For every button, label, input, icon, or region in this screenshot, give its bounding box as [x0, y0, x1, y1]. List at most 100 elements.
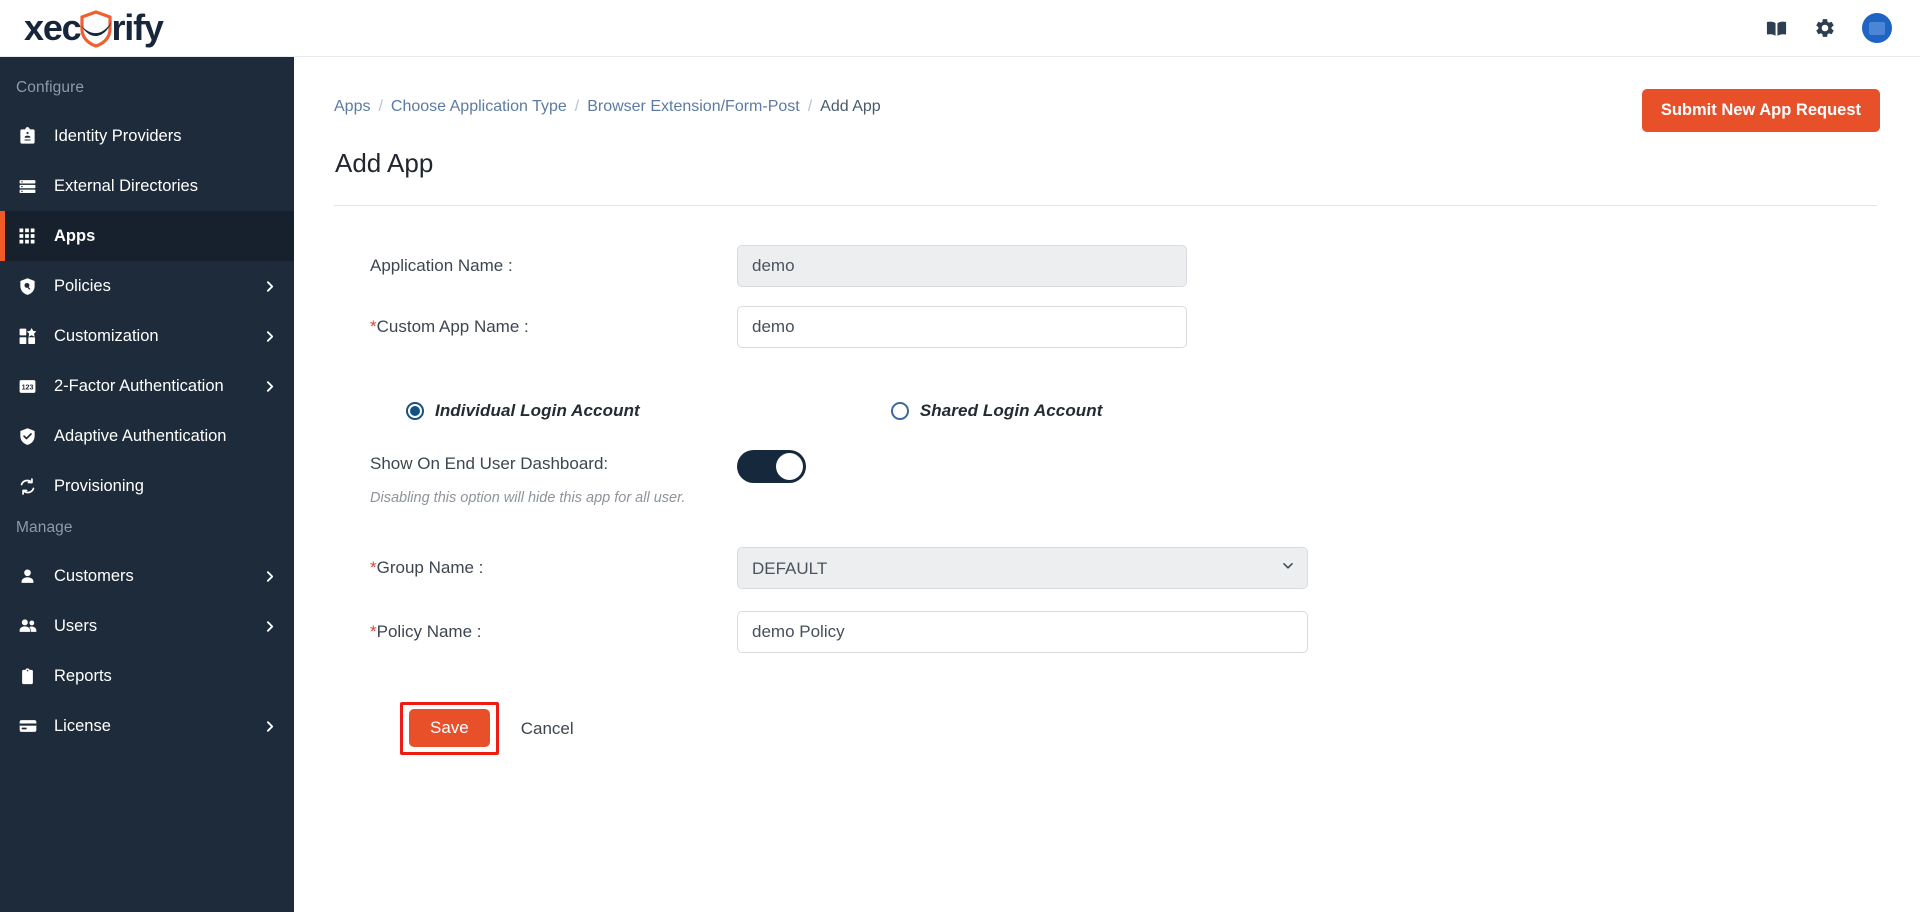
- logo-wrap: xec rify: [24, 9, 163, 47]
- logo-text-part2: rify: [111, 10, 162, 46]
- sidebar: Configure Identity Providers: [0, 57, 294, 912]
- sidebar-item-users[interactable]: Users: [0, 601, 294, 651]
- shield-search-icon: [18, 277, 48, 296]
- sidebar-item-provisioning[interactable]: Provisioning: [0, 461, 294, 511]
- save-button-highlight: Save: [400, 702, 499, 755]
- application-name-control: [737, 245, 1187, 287]
- chevron-right-icon: [263, 720, 276, 733]
- clipboard-icon: [18, 667, 48, 686]
- customization-icon: [18, 327, 48, 346]
- shield-check-icon: [18, 427, 48, 446]
- sidebar-item-policies[interactable]: Policies: [0, 261, 294, 311]
- group-name-select[interactable]: DEFAULT: [737, 547, 1308, 589]
- page-title: Add App: [335, 148, 1880, 179]
- chevron-right-icon: [263, 280, 276, 293]
- sidebar-item-label: Identity Providers: [54, 127, 181, 146]
- sidebar-item-identity-providers[interactable]: Identity Providers: [0, 111, 294, 161]
- avatar-image: [1869, 22, 1885, 35]
- radio-shared-login-account[interactable]: Shared Login Account: [891, 401, 1103, 421]
- group-name-select-wrap: DEFAULT: [737, 547, 1308, 589]
- breadcrumb-separator: /: [378, 98, 382, 116]
- main-inner: Submit New App Request Apps / Choose App…: [294, 57, 1920, 755]
- group-name-label: *Group Name :: [370, 558, 737, 578]
- submit-new-app-request-button[interactable]: Submit New App Request: [1642, 89, 1880, 132]
- save-button[interactable]: Save: [409, 709, 490, 747]
- policy-name-input[interactable]: [737, 611, 1308, 653]
- sidebar-item-label: License: [54, 717, 111, 736]
- sidebar-item-label: Customers: [54, 567, 134, 586]
- login-account-radio-group: Individual Login Account Shared Login Ac…: [370, 401, 1880, 421]
- sidebar-item-label: Provisioning: [54, 477, 144, 496]
- required-asterisk: *: [370, 622, 377, 641]
- user-icon: [18, 567, 48, 586]
- sidebar-item-adaptive-authentication[interactable]: Adaptive Authentication: [0, 411, 294, 461]
- breadcrumb-item-add-app: Add App: [820, 98, 881, 116]
- custom-app-name-label: *Custom App Name :: [370, 317, 737, 337]
- sidebar-item-external-directories[interactable]: External Directories: [0, 161, 294, 211]
- card-icon: [18, 716, 48, 736]
- group-name-control: DEFAULT: [737, 547, 1308, 589]
- radio-dot: [410, 406, 420, 416]
- sidebar-item-customers[interactable]: Customers: [0, 551, 294, 601]
- app-root: xec rify: [0, 0, 1920, 912]
- sidebar-item-label: External Directories: [54, 177, 198, 196]
- form-row-show-on-dashboard: Show On End User Dashboard: Disabling th…: [370, 448, 1880, 510]
- list-icon: [18, 177, 48, 196]
- sidebar-section-manage: Manage: [0, 511, 294, 551]
- svg-text:123: 123: [22, 383, 34, 391]
- breadcrumb-item-apps[interactable]: Apps: [334, 98, 370, 116]
- form-row-policy-name: *Policy Name :: [370, 600, 1880, 664]
- sidebar-item-label: Adaptive Authentication: [54, 427, 226, 446]
- breadcrumb-item-choose-application-type[interactable]: Choose Application Type: [391, 98, 567, 116]
- application-name-input: [737, 245, 1187, 287]
- toggle-knob: [776, 453, 803, 480]
- show-on-dashboard-hint: Disabling this option will hide this app…: [370, 487, 690, 510]
- sidebar-item-label: Policies: [54, 277, 111, 296]
- sidebar-item-customization[interactable]: Customization: [0, 311, 294, 361]
- form-row-group-name: *Group Name : DEFAULT: [370, 536, 1880, 600]
- custom-app-name-control: [737, 306, 1187, 348]
- header-actions: [1765, 13, 1920, 43]
- sync-icon: [18, 477, 48, 496]
- show-on-dashboard-control: [737, 448, 806, 483]
- chevron-right-icon: [263, 380, 276, 393]
- custom-app-name-input[interactable]: [737, 306, 1187, 348]
- id-badge-icon: [18, 127, 48, 146]
- form-actions: Save Cancel: [370, 702, 1880, 755]
- logo-text-part1: xec: [24, 10, 80, 46]
- chevron-right-icon: [263, 570, 276, 583]
- avatar[interactable]: [1862, 13, 1892, 43]
- sidebar-item-label: Users: [54, 617, 97, 636]
- show-on-dashboard-block: Show On End User Dashboard: Disabling th…: [370, 448, 737, 510]
- radio-individual-login-account[interactable]: Individual Login Account: [406, 401, 640, 421]
- top-header: xec rify: [0, 0, 1920, 57]
- breadcrumb-separator: /: [808, 98, 812, 116]
- spacer: [370, 361, 1880, 401]
- breadcrumb-item-browser-extension-form-post[interactable]: Browser Extension/Form-Post: [587, 98, 800, 116]
- numbers-123-icon: 123: [18, 377, 48, 396]
- group-name-label-text: Group Name :: [377, 558, 484, 577]
- main-content: Submit New App Request Apps / Choose App…: [294, 57, 1920, 912]
- radio-unselected-icon: [891, 402, 909, 420]
- add-app-form: Application Name : *Custom App Name :: [334, 206, 1880, 755]
- shield-logo-icon: [79, 10, 113, 48]
- form-row-custom-app-name: *Custom App Name :: [370, 293, 1880, 361]
- brand-logo[interactable]: xec rify: [0, 0, 294, 56]
- sidebar-section-configure: Configure: [0, 71, 294, 111]
- gear-icon[interactable]: [1814, 17, 1836, 39]
- sidebar-item-label: 2-Factor Authentication: [54, 377, 224, 396]
- show-on-dashboard-toggle[interactable]: [737, 450, 806, 483]
- show-on-dashboard-label: Show On End User Dashboard:: [370, 454, 737, 474]
- required-asterisk: *: [370, 317, 377, 336]
- policy-name-label: *Policy Name :: [370, 622, 737, 642]
- sidebar-item-reports[interactable]: Reports: [0, 651, 294, 701]
- radio-selected-icon: [406, 402, 424, 420]
- sidebar-item-2fa[interactable]: 123 2-Factor Authentication: [0, 361, 294, 411]
- sidebar-item-label: Apps: [54, 227, 95, 246]
- cancel-link[interactable]: Cancel: [521, 719, 574, 739]
- radio-shared-label: Shared Login Account: [920, 401, 1103, 421]
- sidebar-item-apps[interactable]: Apps: [0, 211, 294, 261]
- sidebar-item-license[interactable]: License: [0, 701, 294, 751]
- chevron-right-icon: [263, 330, 276, 343]
- book-icon[interactable]: [1765, 17, 1788, 40]
